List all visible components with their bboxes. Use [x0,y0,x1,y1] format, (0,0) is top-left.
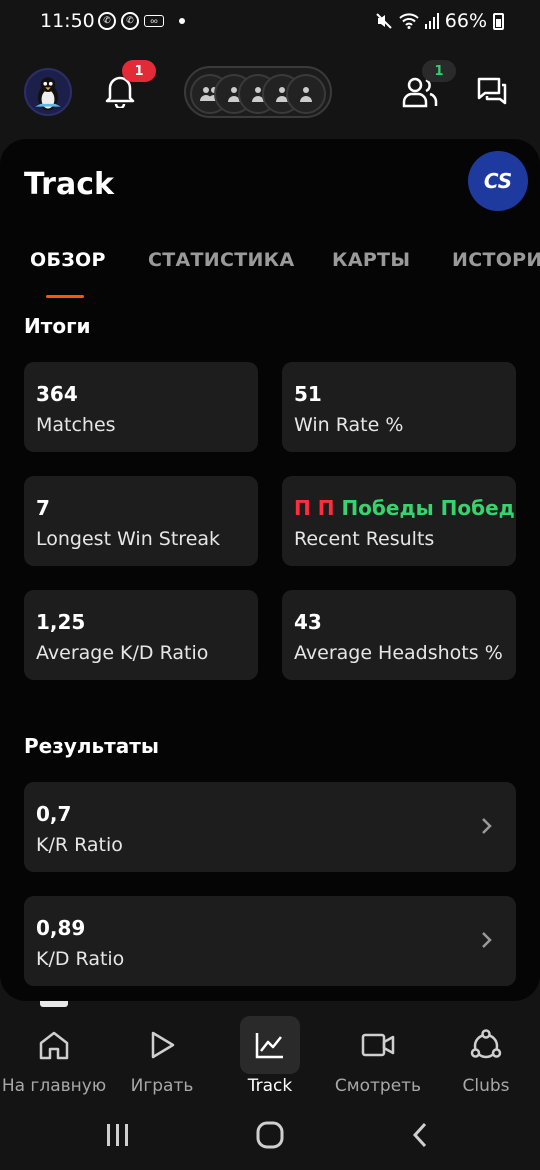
clubs-icon [456,1016,516,1074]
result-label: K/R Ratio [36,834,123,856]
recent-results-list: П П Победы Победы [294,496,516,520]
play-icon [132,1016,192,1074]
mute-icon [376,13,392,29]
stat-card-win-rate: 51 Win Rate % [282,362,516,452]
stat-value: 1,25 [36,610,86,634]
friends-badge: 1 [422,60,456,82]
result-value: 0,7 [36,802,72,826]
stat-value: 51 [294,382,322,406]
stat-card-longest-streak: 7 Longest Win Streak [24,476,258,566]
scroll-hint [40,1001,68,1007]
nav-watch[interactable]: Смотреть [324,1008,432,1104]
tab-history[interactable]: ИСТОРИЯ [452,249,540,271]
dot-icon [179,18,185,24]
nav-label: На главную [1,1076,107,1096]
signal-icon [424,13,439,29]
chat-icon[interactable] [476,76,508,108]
stat-label: Longest Win Streak [36,528,221,550]
chevron-right-icon [482,818,492,834]
stat-card-matches: 364 Matches [24,362,258,452]
party-slots[interactable] [184,66,332,118]
nav-home[interactable]: На главную [0,1008,108,1104]
tab-statistics[interactable]: СТАТИСТИКА [148,249,295,271]
stat-card-recent-results: П П Победы Победы Recent Results [282,476,516,566]
stat-label: Average Headshots % [294,642,503,664]
recent-apps-icon[interactable] [98,1118,138,1152]
tab-maps[interactable]: КАРТЫ [332,249,410,271]
nav-label: Clubs [462,1076,510,1096]
status-system-icons: 66% [375,10,504,32]
page-title: Track [24,167,114,202]
active-tab-indicator [46,295,84,298]
nav-play[interactable]: Играть [108,1008,216,1104]
chevron-right-icon [482,932,492,948]
wifi-icon [399,13,419,29]
voicemail-icon: oo [144,15,164,27]
nav-clubs[interactable]: Clubs [432,1008,540,1104]
battery-percent: 66% [444,10,487,32]
battery-icon [493,12,504,30]
game-logo-text: CS [483,169,513,193]
back-icon[interactable] [400,1118,440,1152]
stat-label: Recent Results [294,528,435,550]
party-slot-icon[interactable] [286,74,326,114]
tab-bar: ОБЗОР СТАТИСТИКА КАРТЫ ИСТОРИЯ [0,243,540,301]
stat-card-avg-kd: 1,25 Average K/D Ratio [24,590,258,680]
track-card: Track CS ОБЗОР СТАТИСТИКА КАРТЫ ИСТОРИЯ … [0,139,540,1001]
nav-track[interactable]: Track [216,1008,324,1104]
game-logo[interactable]: CS [468,151,528,211]
chart-line-icon [240,1016,300,1074]
stat-value: 43 [294,610,322,634]
user-avatar[interactable] [24,68,72,116]
results-section-title: Результаты [24,734,159,758]
notifications-badge: 1 [122,60,156,82]
stat-value: 7 [36,496,50,520]
nav-label: Смотреть [334,1076,422,1096]
result-win: Победы [440,496,516,520]
top-bar: 1 1 [0,60,540,126]
nav-label: Track [247,1076,293,1096]
result-loss: П [317,496,335,520]
result-row-kd-ratio[interactable]: 0,89 K/D Ratio [24,896,516,986]
home-icon [24,1016,84,1074]
app-screen: 11:50 ✆ ✆ oo 66% 1 1 Track CS ОБЗОР СТАТ… [0,0,540,1170]
result-win: Победы [341,496,434,520]
video-icon [348,1016,408,1074]
summary-section-title: Итоги [24,314,91,338]
stat-label: Win Rate % [294,414,404,436]
status-time: 11:50 [40,10,95,32]
penguin-avatar-image [35,77,61,111]
tab-overview[interactable]: ОБЗОР [30,249,106,271]
whatsapp-icon: ✆ [121,12,139,30]
status-bar: 11:50 ✆ ✆ oo 66% [0,0,540,44]
nav-label: Играть [130,1076,194,1096]
result-row-kr-ratio[interactable]: 0,7 K/R Ratio [24,782,516,872]
stat-label: Matches [36,414,116,436]
bottom-nav: На главную Играть Track Смотреть Clubs [0,1008,540,1104]
status-notification-icons: ✆ ✆ oo [98,12,185,30]
stat-value: 364 [36,382,78,406]
stat-label: Average K/D Ratio [36,642,209,664]
whatsapp-icon: ✆ [98,12,116,30]
result-loss: П [294,496,311,520]
system-navigation-bar [0,1104,540,1170]
result-label: K/D Ratio [36,948,125,970]
result-value: 0,89 [36,916,86,940]
stat-card-avg-headshots: 43 Average Headshots % [282,590,516,680]
home-button-icon[interactable] [250,1118,290,1152]
